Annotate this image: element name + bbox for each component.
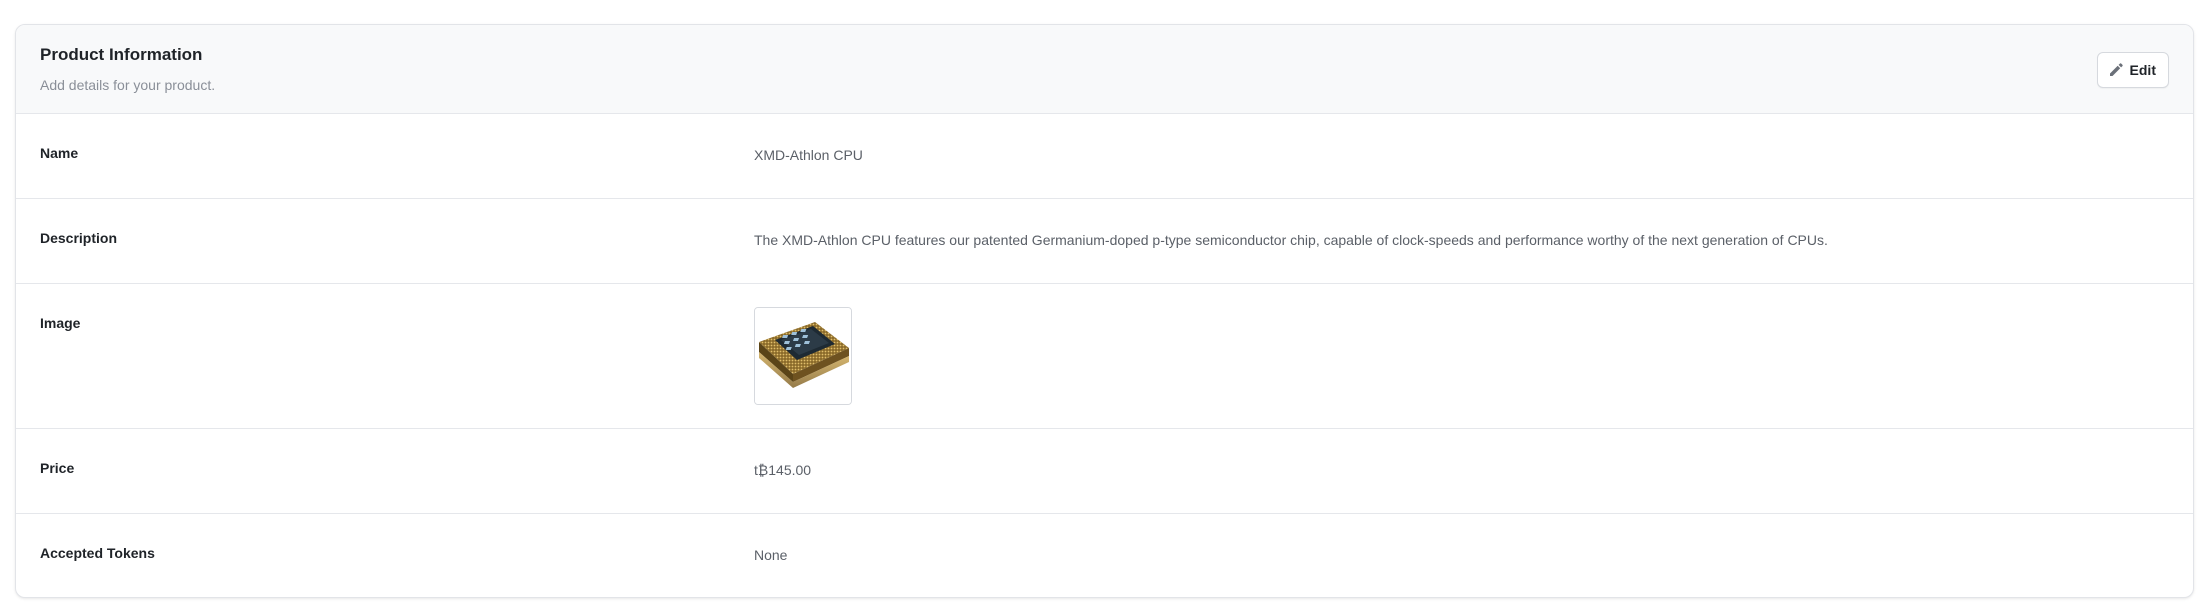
- price-value: t₿145.00: [754, 462, 812, 478]
- edit-button-label: Edit: [2129, 62, 2156, 78]
- card-header: Product Information Add details for your…: [16, 25, 2193, 114]
- row-name: Name XMD-Athlon CPU: [16, 114, 2193, 199]
- product-image[interactable]: [754, 307, 852, 405]
- accepted-tokens-label: Accepted Tokens: [40, 545, 155, 561]
- name-value: XMD-Athlon CPU: [754, 147, 863, 163]
- pencil-icon: [2108, 62, 2124, 78]
- price-label: Price: [40, 460, 75, 476]
- card-subtitle: Add details for your product.: [40, 77, 216, 93]
- accepted-tokens-value: None: [754, 547, 788, 563]
- row-description: Description The XMD-Athlon CPU features …: [16, 199, 2193, 284]
- edit-button[interactable]: Edit: [2096, 52, 2169, 88]
- row-accepted-tokens: Accepted Tokens None: [16, 514, 2193, 597]
- image-label: Image: [40, 315, 81, 331]
- card-title: Product Information: [40, 45, 203, 64]
- cpu-chip-image: [755, 308, 851, 404]
- row-image: Image: [16, 284, 2193, 429]
- description-value: The XMD-Athlon CPU features our patented…: [754, 232, 1828, 248]
- name-label: Name: [40, 145, 79, 161]
- description-label: Description: [40, 230, 118, 246]
- row-price: Price t₿145.00: [16, 429, 2193, 514]
- product-information-card: Product Information Add details for your…: [15, 24, 2194, 598]
